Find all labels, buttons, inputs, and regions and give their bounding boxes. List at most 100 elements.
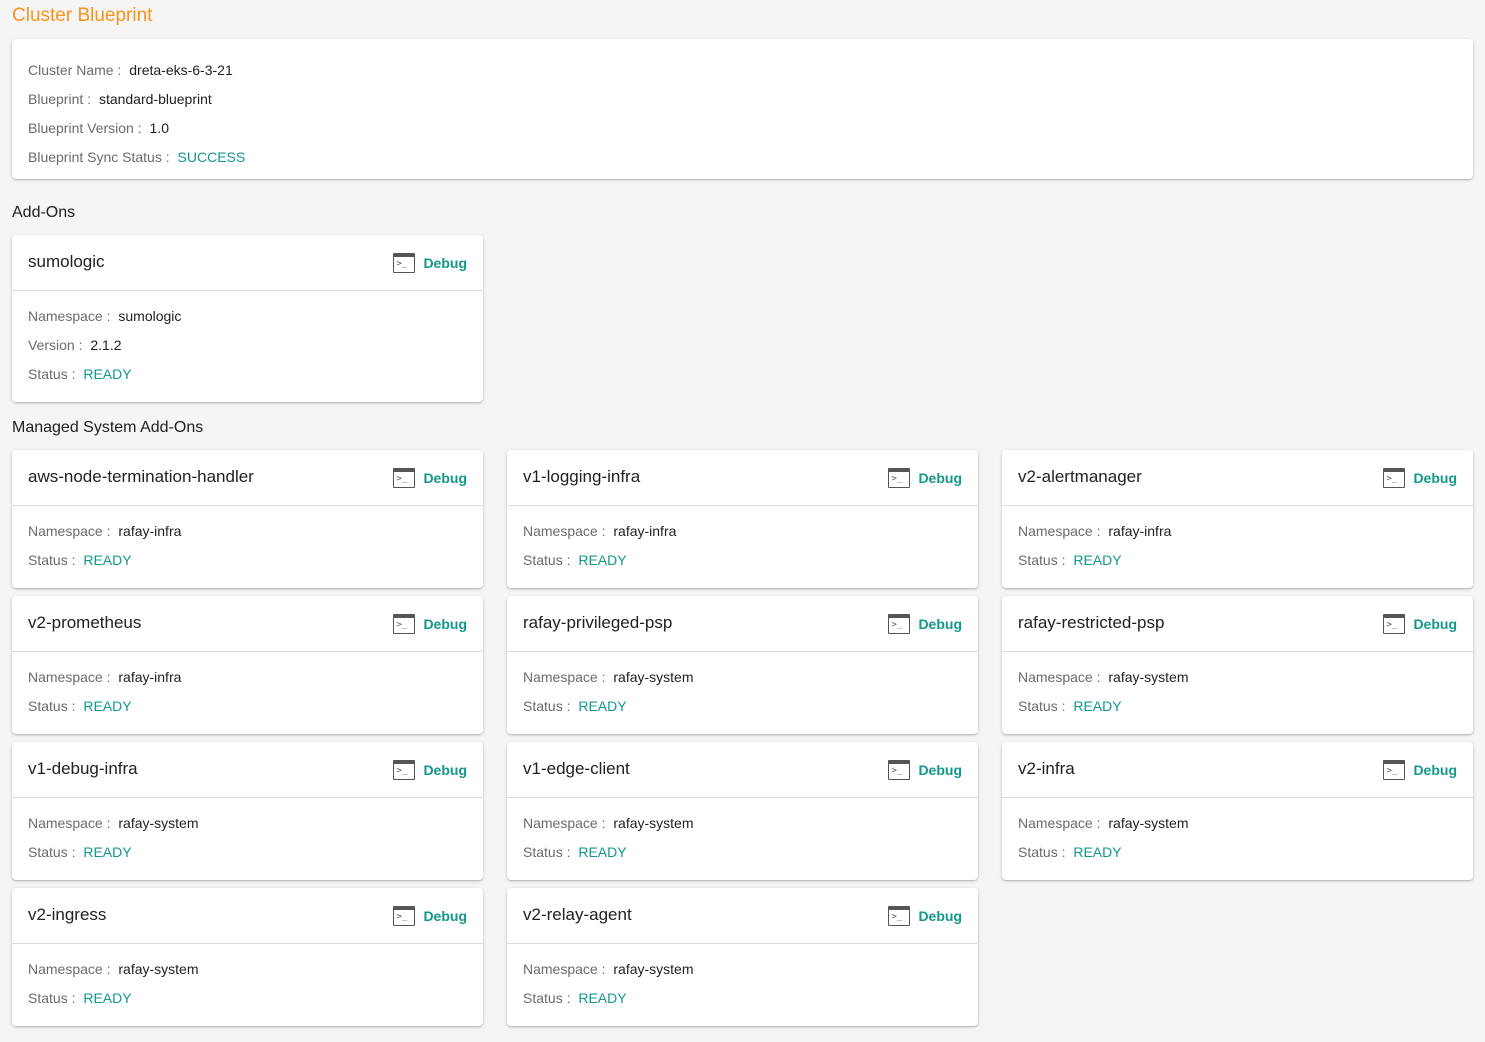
blueprint-value: standard-blueprint xyxy=(98,91,212,107)
managed-addon-card: v2-prometheus >_ Debug Namespace : rafay… xyxy=(12,596,483,734)
addon-name: sumologic xyxy=(28,252,105,271)
namespace-row: Namespace : rafay-infra xyxy=(28,663,467,692)
sync-status-label: Blueprint Sync Status : xyxy=(28,149,170,165)
namespace-row: Namespace : rafay-system xyxy=(28,809,467,838)
status-label: Status : xyxy=(28,698,76,714)
debug-label: Debug xyxy=(1413,470,1457,486)
debug-button[interactable]: >_ Debug xyxy=(1383,758,1457,782)
debug-label: Debug xyxy=(423,470,467,486)
namespace-value: rafay-system xyxy=(613,669,694,685)
status-label: Status : xyxy=(523,990,571,1006)
status-value: READY xyxy=(1073,552,1122,568)
terminal-icon: >_ xyxy=(1383,614,1406,634)
namespace-label: Namespace : xyxy=(28,523,111,539)
debug-button[interactable]: >_ Debug xyxy=(393,904,467,928)
status-label: Status : xyxy=(28,366,76,382)
debug-button[interactable]: >_ Debug xyxy=(393,466,467,490)
addon-card-header: sumologic >_ Debug xyxy=(12,235,483,291)
status-row: Status : READY xyxy=(28,984,467,1013)
terminal-icon: >_ xyxy=(888,614,911,634)
managed-addon-name: v2-relay-agent xyxy=(523,905,632,924)
debug-label: Debug xyxy=(918,908,962,924)
status-value: READY xyxy=(578,844,627,860)
debug-button[interactable]: >_ Debug xyxy=(888,612,962,636)
managed-addon-name: rafay-privileged-psp xyxy=(523,613,673,632)
managed-addon-card: v2-ingress >_ Debug Namespace : rafay-sy… xyxy=(12,888,483,1026)
blueprint-version-label: Blueprint Version : xyxy=(28,120,142,136)
status-value: READY xyxy=(83,698,132,714)
status-row: Status : READY xyxy=(1018,546,1457,575)
debug-button[interactable]: >_ Debug xyxy=(1383,612,1457,636)
status-value: READY xyxy=(1073,698,1122,714)
namespace-label: Namespace : xyxy=(28,815,111,831)
namespace-value: sumologic xyxy=(118,308,182,324)
namespace-value: rafay-infra xyxy=(118,669,182,685)
managed-addon-name: v2-prometheus xyxy=(28,613,142,632)
blueprint-version-row: Blueprint Version : 1.0 xyxy=(28,114,1457,143)
terminal-icon: >_ xyxy=(393,253,416,273)
namespace-row: Namespace : rafay-infra xyxy=(523,517,962,546)
managed-addon-card: v2-infra >_ Debug Namespace : rafay-syst… xyxy=(1002,742,1473,880)
blueprint-version-value: 1.0 xyxy=(149,120,169,136)
namespace-row: Namespace : rafay-system xyxy=(523,809,962,838)
namespace-label: Namespace : xyxy=(28,308,111,324)
debug-button[interactable]: >_ Debug xyxy=(393,251,467,275)
status-label: Status : xyxy=(28,552,76,568)
managed-addon-card-header: v1-edge-client >_ Debug xyxy=(507,742,978,798)
managed-addon-card: v1-edge-client >_ Debug Namespace : rafa… xyxy=(507,742,978,880)
status-row: Status : READY xyxy=(1018,692,1457,721)
status-label: Status : xyxy=(1018,552,1066,568)
debug-button[interactable]: >_ Debug xyxy=(393,758,467,782)
debug-button[interactable]: >_ Debug xyxy=(888,904,962,928)
managed-addon-name: v1-logging-infra xyxy=(523,467,641,486)
cluster-name-row: Cluster Name : dreta-eks-6-3-21 xyxy=(28,56,1457,85)
namespace-row: Namespace : rafay-infra xyxy=(1018,517,1457,546)
blueprint-row: Blueprint : standard-blueprint xyxy=(28,85,1457,114)
managed-addon-card: v1-logging-infra >_ Debug Namespace : ra… xyxy=(507,450,978,588)
managed-addon-card-header: v2-infra >_ Debug xyxy=(1002,742,1473,798)
namespace-value: rafay-infra xyxy=(118,523,182,539)
managed-addon-card-header: rafay-restricted-psp >_ Debug xyxy=(1002,596,1473,652)
page-title: Cluster Blueprint xyxy=(12,5,153,26)
status-row: Status : READY xyxy=(523,546,962,575)
namespace-row: Namespace : rafay-system xyxy=(1018,663,1457,692)
debug-button[interactable]: >_ Debug xyxy=(888,466,962,490)
namespace-value: rafay-system xyxy=(118,815,199,831)
status-label: Status : xyxy=(1018,844,1066,860)
cluster-name-value: dreta-eks-6-3-21 xyxy=(129,62,233,78)
terminal-icon: >_ xyxy=(888,906,911,926)
cluster-summary-card: Cluster Name : dreta-eks-6-3-21 Blueprin… xyxy=(12,39,1473,179)
managed-addon-card: rafay-restricted-psp >_ Debug Namespace … xyxy=(1002,596,1473,734)
debug-button[interactable]: >_ Debug xyxy=(393,612,467,636)
namespace-row: Namespace : rafay-infra xyxy=(28,517,467,546)
managed-addon-card-header: v2-prometheus >_ Debug xyxy=(12,596,483,652)
debug-label: Debug xyxy=(918,616,962,632)
managed-addon-name: v1-debug-infra xyxy=(28,759,138,778)
debug-button[interactable]: >_ Debug xyxy=(1383,466,1457,490)
debug-label: Debug xyxy=(918,470,962,486)
debug-button[interactable]: >_ Debug xyxy=(888,758,962,782)
namespace-row: Namespace : rafay-system xyxy=(523,663,962,692)
addon-card: sumologic >_ Debug Namespace : sumologic… xyxy=(12,235,483,402)
managed-addon-card: rafay-privileged-psp >_ Debug Namespace … xyxy=(507,596,978,734)
status-row: Status : READY xyxy=(523,692,962,721)
status-row: Status : READY xyxy=(523,838,962,867)
managed-addon-card-header: rafay-privileged-psp >_ Debug xyxy=(507,596,978,652)
debug-label: Debug xyxy=(423,762,467,778)
status-label: Status : xyxy=(523,698,571,714)
debug-label: Debug xyxy=(423,908,467,924)
managed-addon-name: rafay-restricted-psp xyxy=(1018,613,1165,632)
namespace-label: Namespace : xyxy=(1018,669,1101,685)
status-label: Status : xyxy=(523,844,571,860)
terminal-icon: >_ xyxy=(888,760,911,780)
status-row: Status : READY xyxy=(28,546,467,575)
managed-addon-card-header: aws-node-termination-handler >_ Debug xyxy=(12,450,483,506)
namespace-row: Namespace : rafay-system xyxy=(28,955,467,984)
status-value: READY xyxy=(83,366,132,382)
status-row: Status : READY xyxy=(28,360,467,389)
namespace-value: rafay-system xyxy=(613,961,694,977)
debug-label: Debug xyxy=(1413,762,1457,778)
namespace-value: rafay-system xyxy=(1108,815,1189,831)
status-value: READY xyxy=(578,698,627,714)
managed-addon-card-header: v1-logging-infra >_ Debug xyxy=(507,450,978,506)
